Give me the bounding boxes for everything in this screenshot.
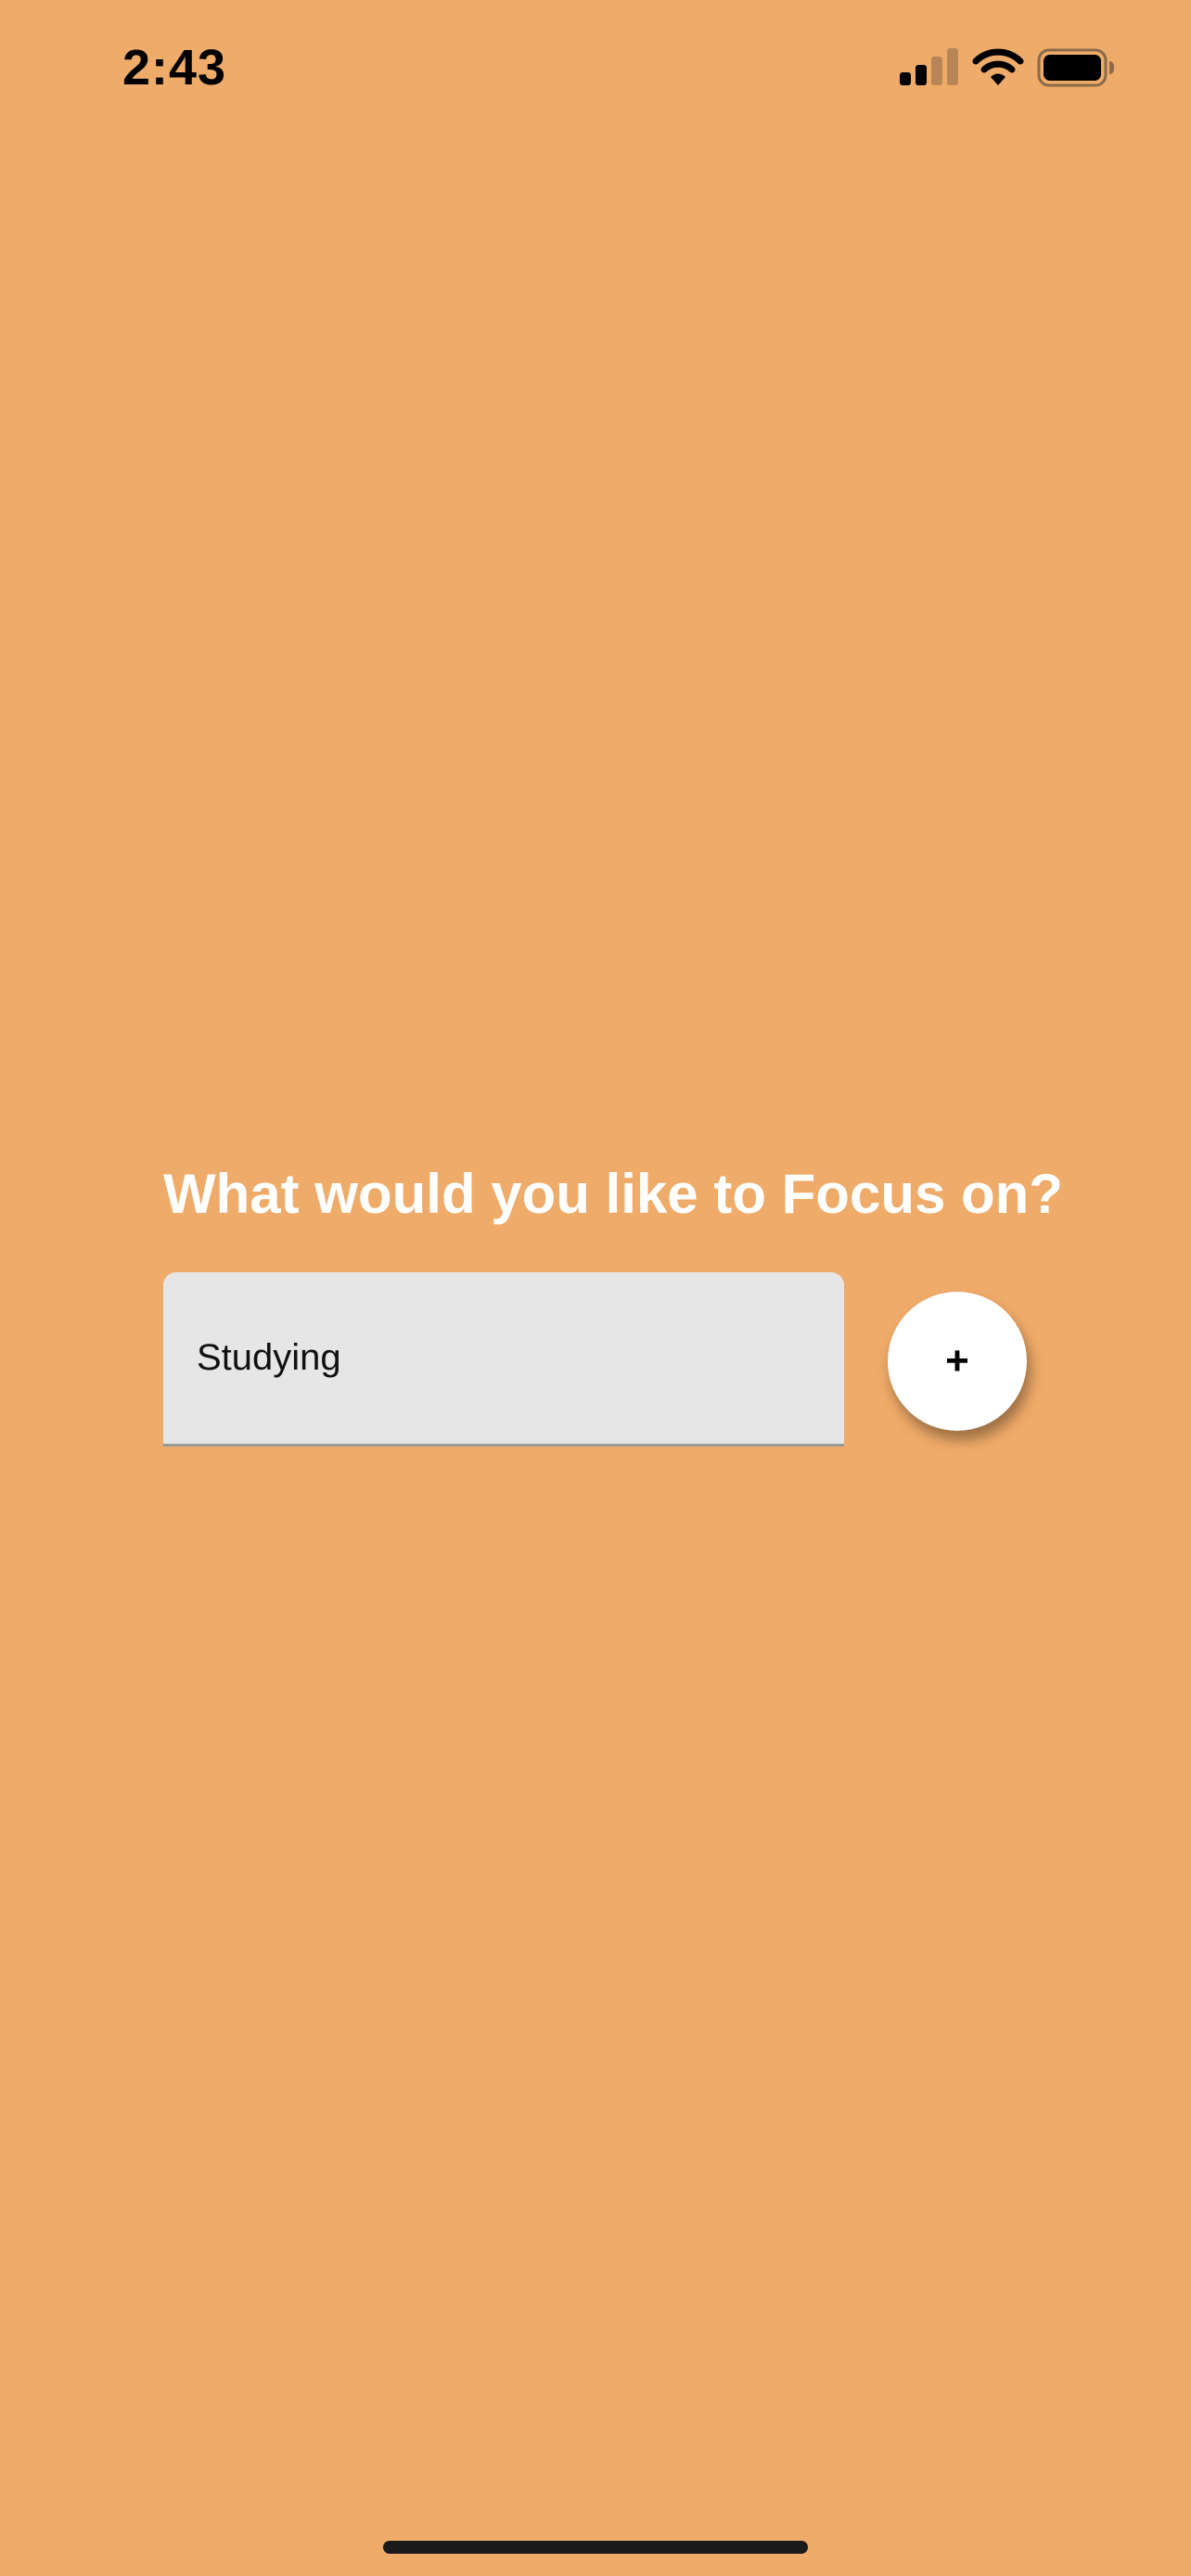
wifi-icon [972,46,1024,87]
focus-input[interactable] [163,1272,844,1447]
home-indicator[interactable] [383,2541,808,2554]
battery-icon [1037,48,1115,87]
focus-question-heading: What would you like to Focus on? [163,1163,1063,1225]
status-bar-time: 2:43 [122,40,227,96]
app-screen: 2:43 What would you like to Focus on? + [0,0,1191,2576]
cellular-signal-icon [900,48,958,85]
add-button[interactable]: + [888,1292,1027,1431]
